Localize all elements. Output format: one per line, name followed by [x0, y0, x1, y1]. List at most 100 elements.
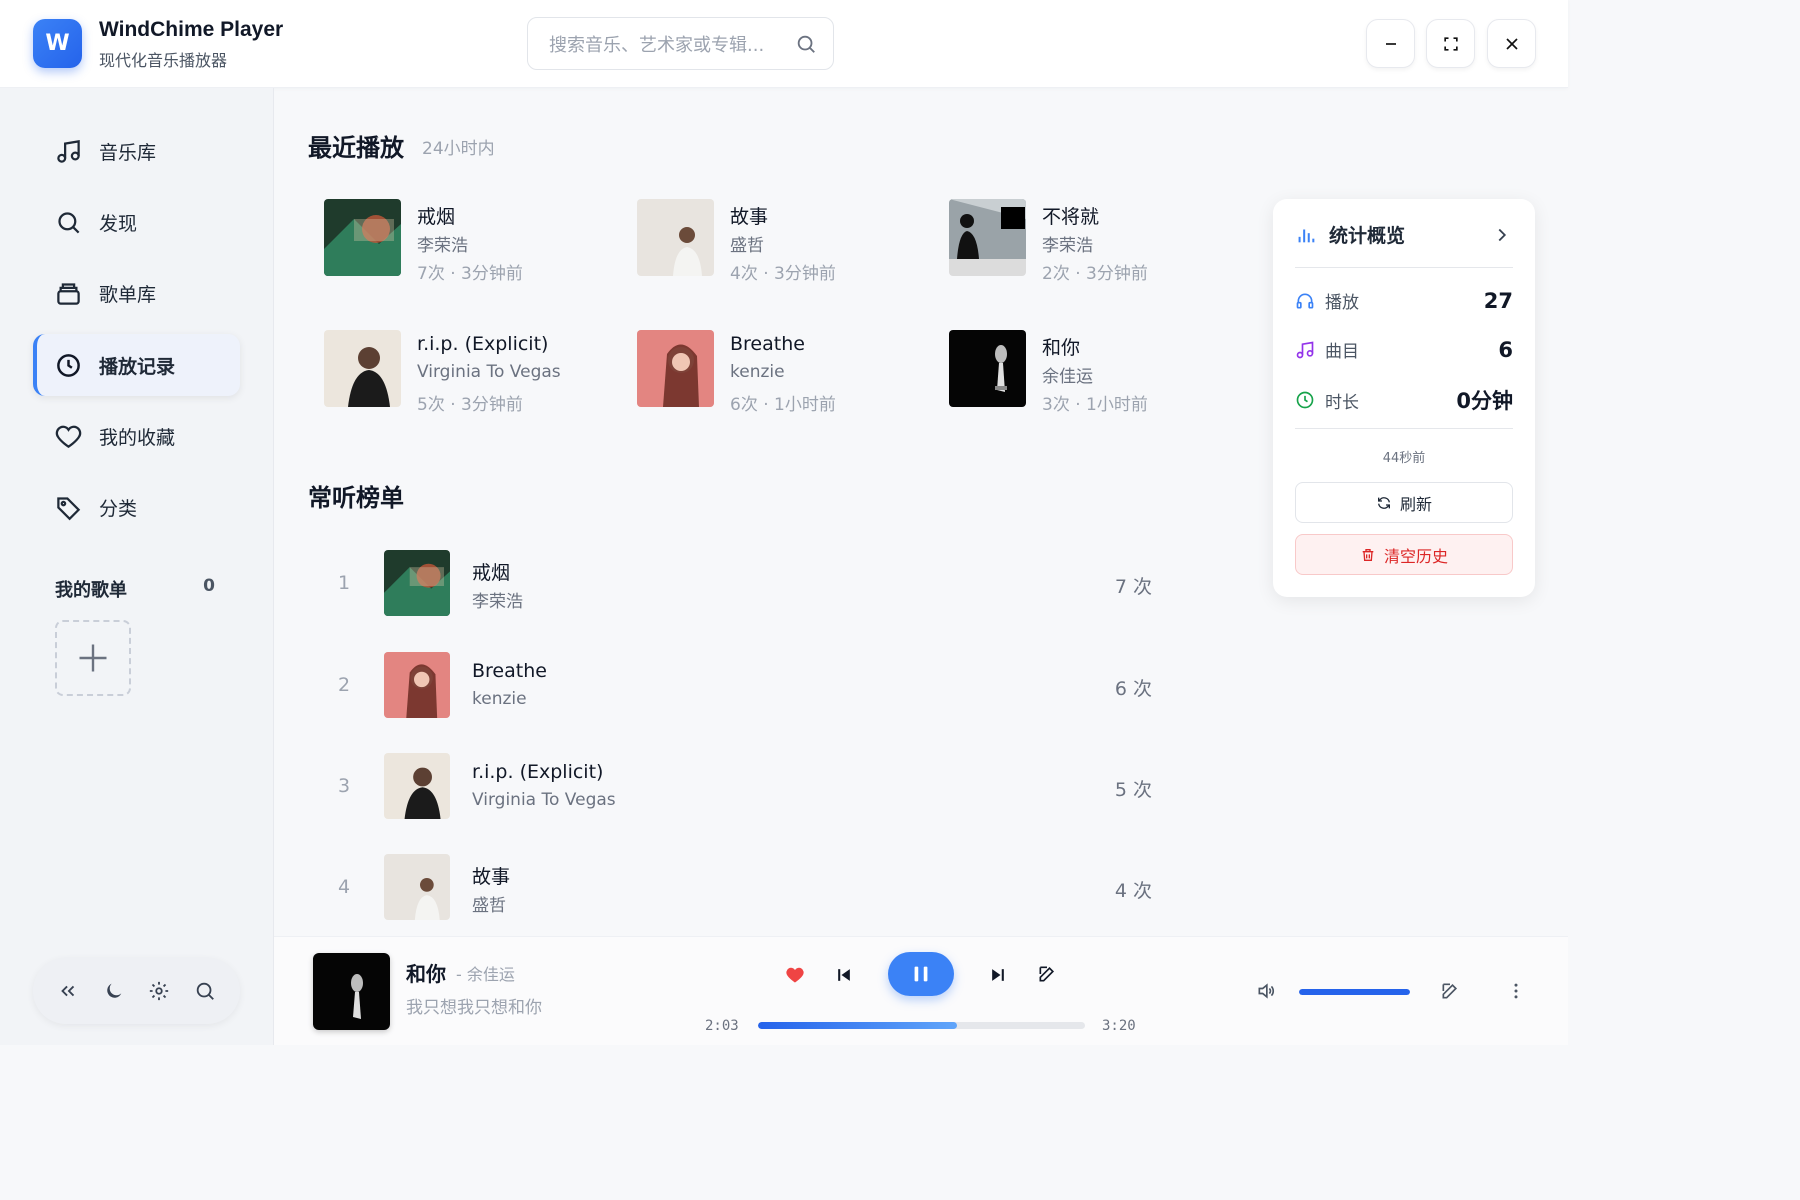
app-logo: W — [33, 19, 82, 68]
recent-card[interactable]: 戒烟 李荣浩 7次 · 3分钟前 — [324, 199, 624, 284]
sidebar-item-music-library[interactable]: 音乐库 — [33, 120, 240, 182]
my-playlists-count: 0 — [203, 576, 215, 596]
recent-card[interactable]: Breathe kenzie 6次 · 1小时前 — [637, 330, 937, 415]
clock-icon — [1296, 391, 1314, 409]
album-cover — [324, 330, 401, 407]
track-title: 和你 — [1042, 337, 1081, 359]
clear-history-button[interactable]: 清空历史 — [1295, 534, 1513, 575]
search-input[interactable]: 搜索音乐、艺术家或专辑... — [549, 31, 795, 57]
trash-icon — [1362, 548, 1374, 561]
album-cover — [637, 199, 714, 276]
sidebar-item-playlist-library[interactable]: 歌单库 — [33, 262, 240, 324]
close-button[interactable] — [1487, 19, 1536, 68]
track-artist: 李荣浩 — [472, 592, 523, 612]
track-meta: 2次 · 3分钟前 — [1042, 264, 1148, 284]
recent-section-title: 最近播放 — [308, 134, 404, 162]
progress-bar[interactable] — [758, 1022, 1085, 1029]
stats-header[interactable]: 统计概览 — [1295, 221, 1513, 248]
play-count: 5 次 — [1114, 779, 1152, 801]
album-cover — [384, 550, 450, 616]
divider — [1295, 267, 1513, 268]
search-icon[interactable] — [194, 980, 216, 1002]
recent-card[interactable]: 不将就 李荣浩 2次 · 3分钟前 — [949, 199, 1249, 284]
pause-button[interactable] — [888, 952, 954, 996]
track-title: 故事 — [730, 206, 769, 228]
refresh-label: 刷新 — [1399, 494, 1432, 514]
my-playlists-header: 我的歌单 0 — [55, 576, 215, 602]
now-playing-cover[interactable] — [313, 953, 390, 1030]
collapse-sidebar-icon[interactable] — [57, 980, 79, 1002]
edit-button[interactable] — [1440, 981, 1460, 1001]
minimize-icon — [1385, 42, 1396, 45]
track-title: Breathe — [730, 333, 805, 355]
last-updated: 44秒前 — [1382, 451, 1426, 466]
stat-label: 播放 — [1325, 293, 1359, 313]
track-title: Breathe — [472, 660, 547, 682]
stat-value: 27 — [1483, 288, 1513, 313]
next-button[interactable] — [988, 965, 1008, 985]
rank-number: 3 — [338, 775, 351, 797]
stat-tracks: 曲目 6 — [1295, 337, 1513, 362]
total-time: 3:20 — [1102, 1018, 1136, 1034]
recent-section-subtitle: 24小时内 — [422, 139, 495, 159]
table-row[interactable]: 2 Breathe kenzie 6 次 — [308, 652, 1168, 720]
search-box[interactable]: 搜索音乐、艺术家或专辑... — [527, 17, 834, 70]
volume-button[interactable] — [1256, 981, 1276, 1001]
previous-button[interactable] — [834, 965, 854, 985]
album-cover — [384, 753, 450, 819]
app-subtitle: 现代化音乐播放器 — [99, 51, 228, 70]
chevron-right-icon[interactable] — [1491, 224, 1513, 246]
album-cover — [949, 199, 1026, 276]
table-row[interactable]: 3 r.i.p. (Explicit) Virginia To Vegas 5 … — [308, 753, 1168, 821]
more-options-button[interactable] — [1506, 981, 1526, 1001]
edit-lyrics-button[interactable] — [1037, 964, 1057, 984]
track-artist: 盛哲 — [472, 896, 506, 916]
search-icon[interactable] — [795, 33, 817, 55]
track-title: 不将就 — [1042, 206, 1100, 228]
track-meta: 6次 · 1小时前 — [730, 395, 836, 415]
player-bar: 和你 - 余佳运 我只想我只想和你 2:03 3:20 — [274, 936, 1568, 1045]
album-cover — [384, 854, 450, 920]
stat-label: 时长 — [1325, 392, 1359, 413]
rank-number: 1 — [338, 572, 351, 594]
track-artist: Virginia To Vegas — [417, 362, 561, 382]
track-meta: 3次 · 1小时前 — [1042, 395, 1148, 415]
fullscreen-icon — [1443, 36, 1458, 51]
minimize-button[interactable] — [1366, 19, 1415, 68]
sidebar-item-categories[interactable]: 分类 — [33, 476, 240, 538]
progress-fill — [758, 1022, 958, 1029]
stat-plays: 播放 27 — [1295, 288, 1513, 313]
sidebar-toolbar — [33, 958, 240, 1024]
album-cover — [949, 330, 1026, 407]
sidebar-item-discover[interactable]: 发现 — [33, 191, 240, 253]
header: W WindChime Player 现代化音乐播放器 搜索音乐、艺术家或专辑.… — [0, 0, 1568, 88]
heart-filled-icon — [786, 967, 804, 983]
stat-label: 曲目 — [1325, 342, 1359, 362]
fullscreen-button[interactable] — [1426, 19, 1475, 68]
table-row[interactable]: 1 戒烟 李荣浩 7 次 — [308, 550, 1168, 618]
track-artist: 李荣浩 — [417, 236, 468, 256]
my-playlists-label: 我的歌单 — [55, 580, 127, 601]
sidebar-item-favorites[interactable]: 我的收藏 — [33, 405, 240, 467]
skip-next-icon — [992, 969, 1004, 981]
track-meta: 5次 · 3分钟前 — [417, 395, 523, 415]
sidebar-item-label: 发现 — [99, 212, 138, 235]
track-artist: 李荣浩 — [1042, 236, 1093, 256]
sidebar-item-label: 分类 — [99, 497, 138, 520]
table-row[interactable]: 4 故事 盛哲 4 次 — [308, 854, 1168, 922]
recent-card[interactable]: 和你 余佳运 3次 · 1小时前 — [949, 330, 1249, 415]
moon-icon[interactable] — [103, 980, 125, 1002]
track-artist: Virginia To Vegas — [472, 790, 616, 810]
app-window: W WindChime Player 现代化音乐播放器 搜索音乐、艺术家或专辑.… — [0, 0, 1568, 1045]
refresh-button[interactable]: 刷新 — [1295, 482, 1513, 523]
gear-icon[interactable] — [148, 980, 170, 1002]
recent-card[interactable]: r.i.p. (Explicit) Virginia To Vegas 5次 ·… — [324, 330, 624, 415]
recent-card[interactable]: 故事 盛哲 4次 · 3分钟前 — [637, 199, 937, 284]
volume-slider[interactable] — [1299, 989, 1410, 995]
sidebar-item-label: 歌单库 — [99, 283, 157, 306]
album-cover — [637, 330, 714, 407]
like-button[interactable] — [785, 965, 805, 985]
track-artist: 余佳运 — [1042, 367, 1093, 387]
add-playlist-button[interactable] — [55, 620, 131, 696]
sidebar-item-play-history[interactable]: 播放记录 — [33, 334, 240, 396]
